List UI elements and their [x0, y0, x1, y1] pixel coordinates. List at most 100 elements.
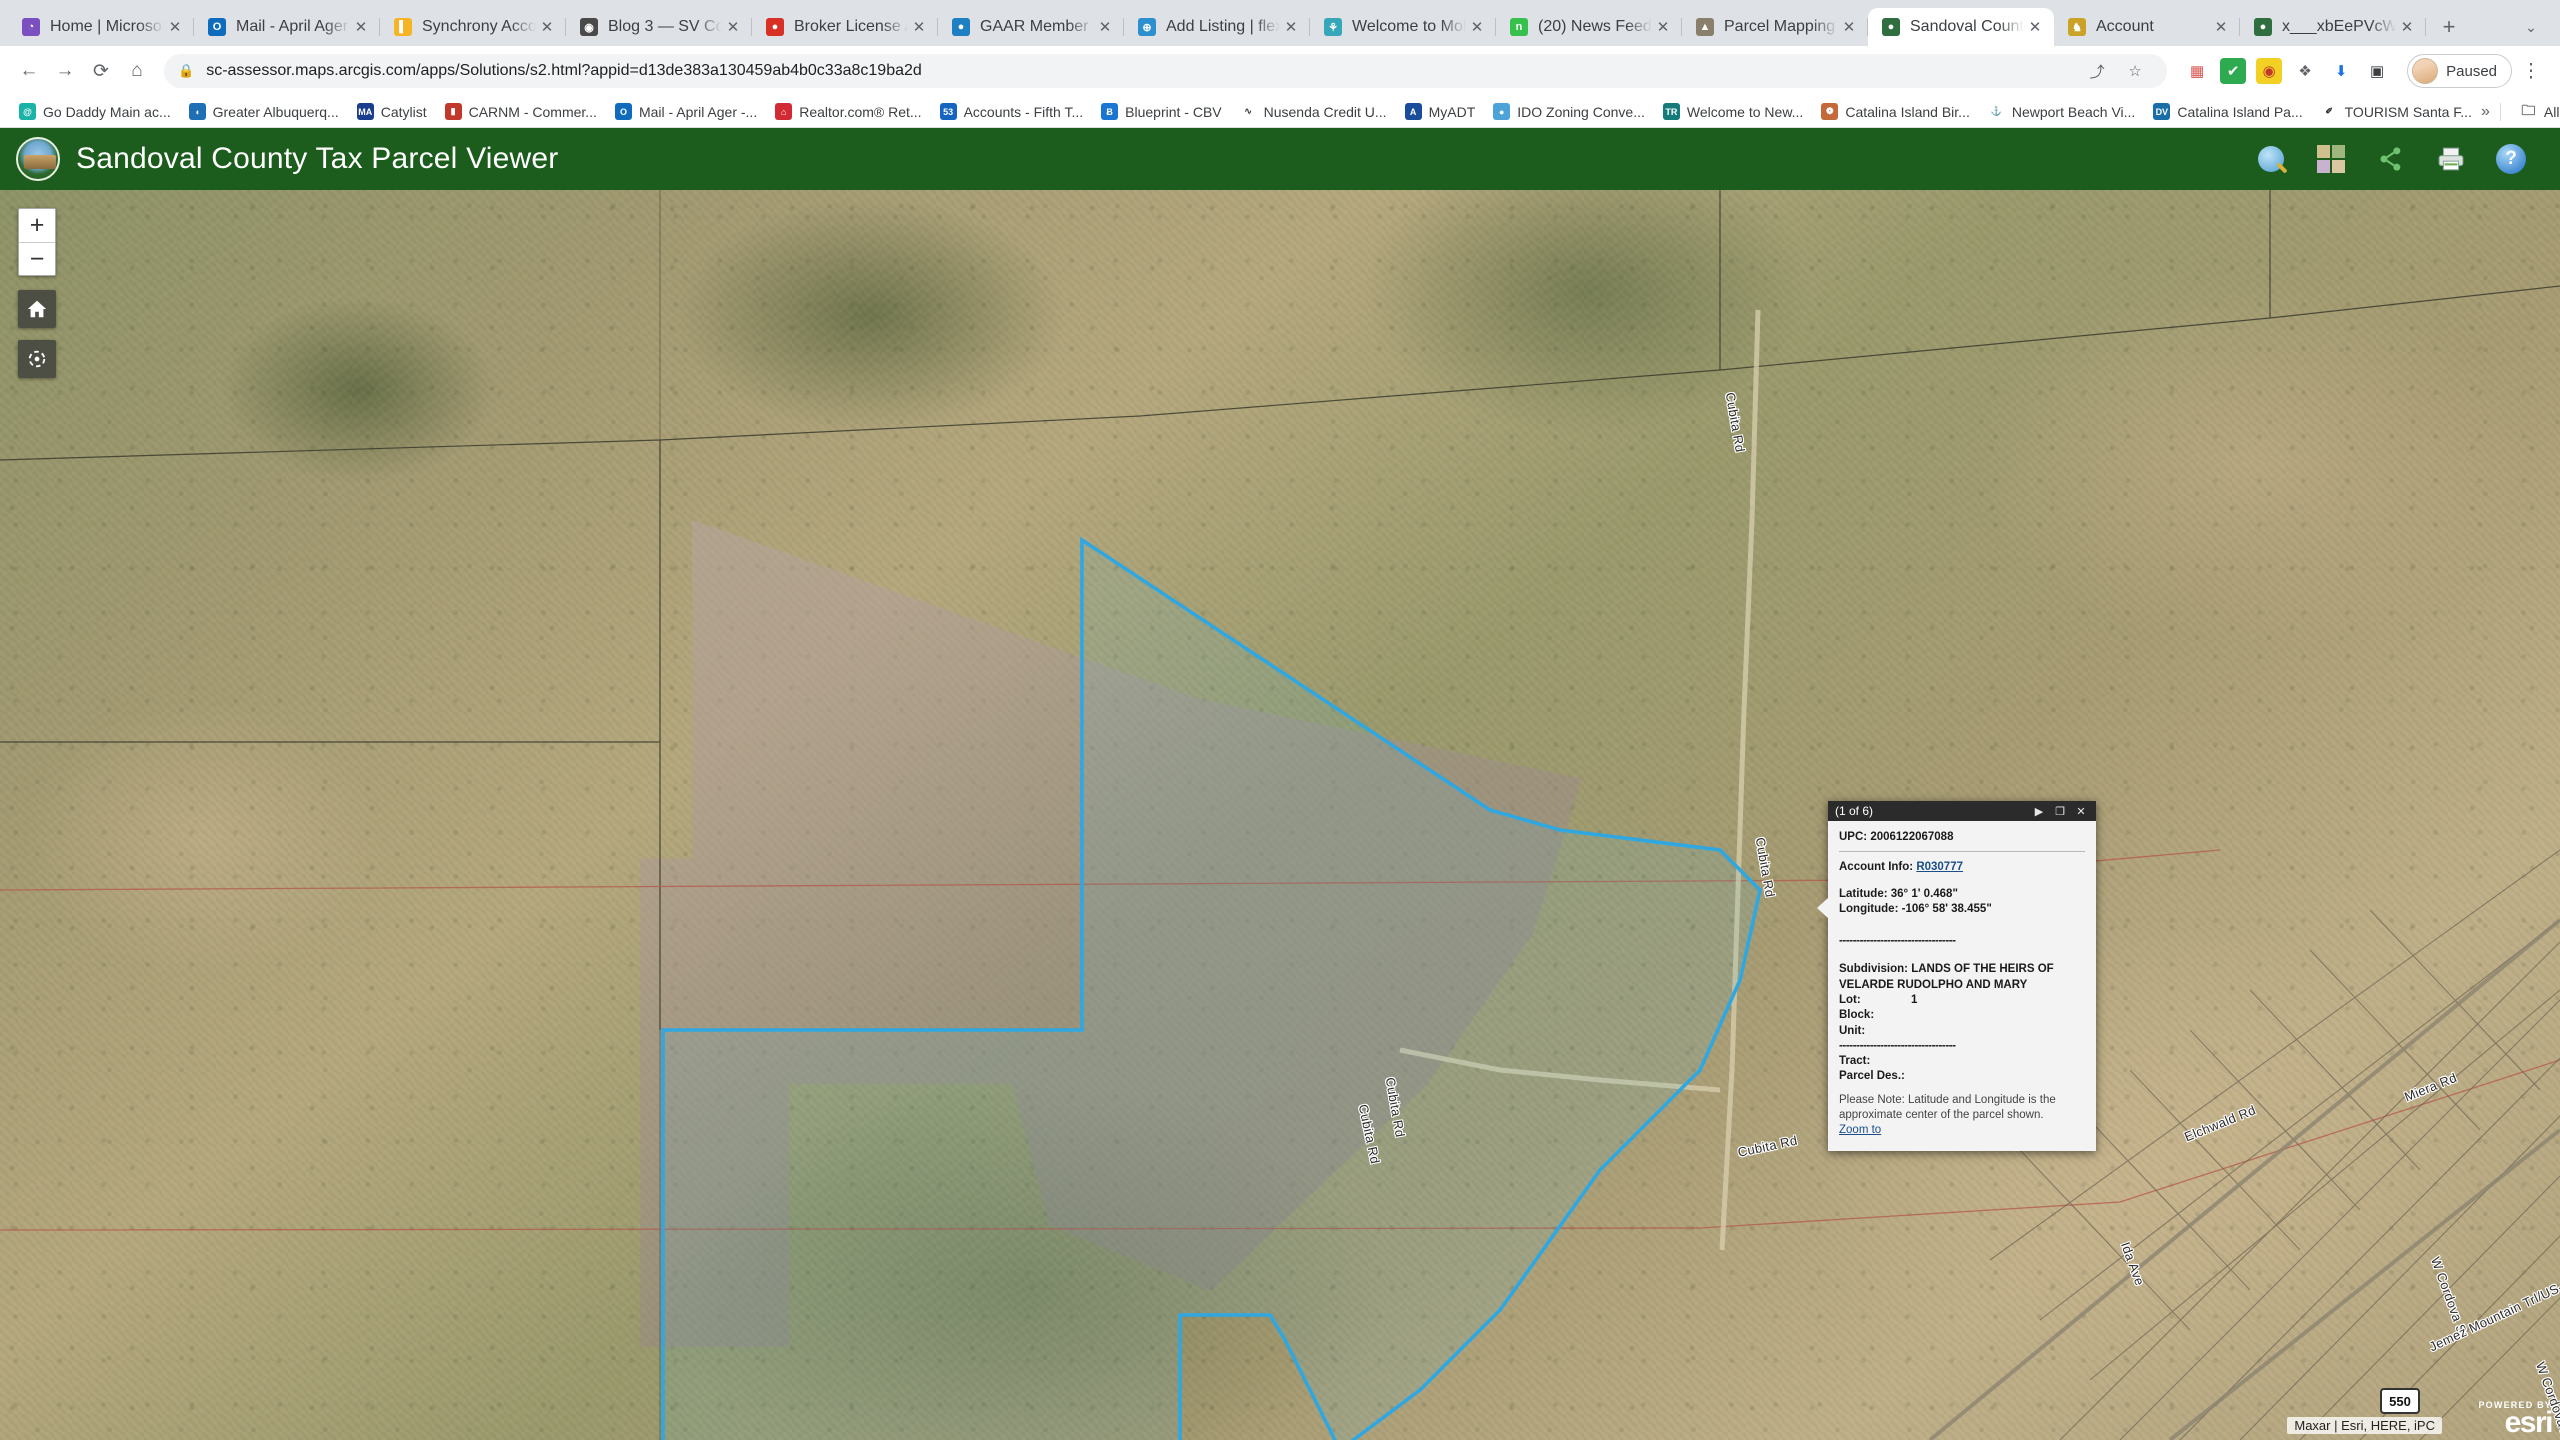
tab-close-icon[interactable]: ✕ — [164, 16, 186, 38]
browser-tab[interactable]: ◔ Home | Microsoft 365✕ — [8, 8, 194, 46]
bookmark-item[interactable]: ⚓ Newport Beach Vi... — [1979, 99, 2144, 125]
browser-tab[interactable]: O Mail - April Ager - Ou✕ — [194, 8, 380, 46]
bookmark-favicon: ❁ — [1821, 103, 1839, 120]
tab-close-icon[interactable]: ✕ — [1652, 16, 1674, 38]
browser-tab[interactable]: ▌ Synchrony Account M✕ — [380, 8, 566, 46]
tab-close-icon[interactable]: ✕ — [350, 16, 372, 38]
bookmark-item[interactable]: 53 Accounts - Fifth T... — [931, 99, 1093, 125]
downloads-icon[interactable]: ⬇ — [2328, 58, 2354, 84]
bookmark-item[interactable]: TR Welcome to New... — [1654, 99, 1812, 125]
browser-tab[interactable]: ♞ Account ✕ — [2054, 8, 2240, 46]
print-icon[interactable] — [2434, 142, 2468, 176]
tab-favicon: ▲ — [1696, 18, 1714, 36]
bookmark-overflow-icon[interactable]: » — [2481, 103, 2490, 121]
popup-block-label: Block: — [1839, 1009, 1875, 1022]
popup-maximize-icon[interactable]: ❐ — [2052, 803, 2068, 819]
browser-tab[interactable]: ⚘ Welcome to Molina's ✕ — [1310, 8, 1496, 46]
popup-lot-value: 1 — [1911, 993, 1918, 1006]
account-info-link[interactable]: R030777 — [1916, 861, 1963, 873]
bookmark-item[interactable]: O Mail - April Ager -... — [606, 99, 766, 125]
browser-tab[interactable]: ● Broker License Applic✕ — [752, 8, 938, 46]
tab-search-button[interactable]: ⌄ — [2514, 10, 2548, 44]
map-attribution: Maxar | Esri, HERE, iPC — [2287, 1417, 2442, 1434]
popup-subdivision-label: Subdivision: — [1839, 963, 1908, 976]
extension-check-icon[interactable]: ✔ — [2220, 58, 2247, 84]
tab-close-icon[interactable]: ✕ — [2210, 16, 2232, 38]
avatar — [2412, 58, 2439, 84]
tab-close-icon[interactable]: ✕ — [1280, 16, 1302, 38]
tab-close-icon[interactable]: ✕ — [536, 16, 558, 38]
popup-dashed-divider-2: ---------------------------------- — [1839, 1039, 1956, 1052]
bookmark-item[interactable]: ▮ CARNM - Commer... — [436, 99, 606, 125]
share-icon[interactable]: ⤴ — [2084, 58, 2110, 84]
bookmark-item[interactable]: ⌂ Realtor.com® Ret... — [766, 99, 930, 125]
parcel-info-popup[interactable]: (1 of 6) ▶ ❐ ✕ UPC: 2006122067088 Accoun… — [1817, 801, 2096, 1151]
side-panel-icon[interactable]: ▣ — [2364, 58, 2390, 84]
browser-tab[interactable]: ◉ Blog 3 — SV Consulta✕ — [566, 8, 752, 46]
help-icon[interactable]: ? — [2494, 142, 2528, 176]
bookmark-item[interactable]: ∿ Nusenda Credit U... — [1231, 99, 1396, 125]
bookmark-item[interactable]: @ Go Daddy Main ac... — [10, 99, 180, 125]
tab-close-icon[interactable]: ✕ — [2396, 16, 2418, 38]
back-icon[interactable]: ← — [12, 54, 46, 88]
extension-honey-icon[interactable]: ◉ — [2256, 58, 2283, 84]
bookmark-item[interactable]: DV Catalina Island Pa... — [2144, 99, 2311, 125]
share-icon[interactable] — [2374, 142, 2408, 176]
bookmark-item[interactable]: ● IDO Zoning Conve... — [1484, 99, 1654, 125]
bookmark-label: Nusenda Credit U... — [1263, 103, 1387, 120]
tab-favicon: ◉ — [580, 18, 598, 36]
search-icon[interactable] — [2254, 142, 2288, 176]
bookmark-favicon: ⌂ — [775, 103, 793, 120]
tab-close-icon[interactable]: ✕ — [1838, 16, 1860, 38]
zoom-in-button[interactable]: + — [19, 209, 55, 242]
bookmark-star-icon[interactable]: ☆ — [2122, 58, 2148, 84]
bookmark-label: MyADT — [1428, 103, 1476, 120]
bookmark-item[interactable]: ✐ TOURISM Santa F... — [2312, 99, 2481, 125]
browser-menu-icon[interactable]: ⋮ — [2514, 54, 2548, 88]
bookmark-favicon: A — [1404, 103, 1422, 120]
browser-tab-strip: ◔Home | Microsoft 365✕OMail - April Ager… — [0, 0, 2560, 46]
map-canvas[interactable]: Cubita Rd Cubita Rd Cubita Rd Cubita Rd Cubi… — [0, 190, 2560, 1440]
popup-next-icon[interactable]: ▶ — [2031, 803, 2047, 819]
extensions-puzzle-icon[interactable]: ❖ — [2292, 58, 2318, 84]
browser-tab[interactable]: ▲ Parcel Mapping - San✕ — [1682, 8, 1868, 46]
bookmark-item[interactable]: A MyADT — [1396, 99, 1485, 125]
tab-title: Welcome to Molina's — [1352, 18, 1466, 35]
popup-close-icon[interactable]: ✕ — [2073, 803, 2089, 819]
popup-content: UPC: 2006122067088 Account Info: R030777… — [1828, 821, 2096, 1151]
arcgis-web-app: Sandoval County Tax Parcel Viewer ? Cubi… — [0, 128, 2560, 1440]
home-icon[interactable]: ⌂ — [120, 54, 154, 88]
new-tab-button[interactable]: + — [2432, 10, 2466, 44]
basemap-gallery-icon[interactable] — [2314, 142, 2348, 176]
tab-close-icon[interactable]: ✕ — [1466, 16, 1488, 38]
tab-close-icon[interactable]: ✕ — [908, 16, 930, 38]
bookmark-item[interactable]: MA Catylist — [348, 99, 436, 125]
zoom-to-link[interactable]: Zoom to — [1839, 1123, 1881, 1144]
bookmark-favicon: TR — [1662, 103, 1680, 120]
address-bar[interactable]: 🔒 sc-assessor.maps.arcgis.com/apps/Solut… — [164, 54, 2168, 88]
bookmark-favicon: ∿ — [1239, 103, 1257, 120]
browser-tab[interactable]: ● GAAR Member Portal✕ — [938, 8, 1124, 46]
browser-tab[interactable]: ● x___xbEePVcWp44✕ — [2240, 8, 2426, 46]
default-extent-button[interactable] — [18, 290, 56, 328]
profile-button[interactable]: Paused — [2407, 54, 2512, 88]
bookmark-favicon: DV — [2153, 103, 2171, 120]
bookmark-item[interactable]: ❁ Catalina Island Bir... — [1812, 99, 1979, 125]
my-location-button[interactable] — [18, 340, 56, 378]
popup-upc-value: 2006122067088 — [1870, 831, 1954, 843]
extension-grid-icon[interactable]: ▦ — [2184, 58, 2210, 84]
reload-icon[interactable]: ⟳ — [84, 54, 118, 88]
bookmark-item[interactable]: Ƀ Blueprint - CBV — [1092, 99, 1230, 125]
tab-close-icon[interactable]: ✕ — [722, 16, 744, 38]
bookmark-item[interactable]: ◖ Greater Albuquerq... — [180, 99, 348, 125]
browser-tab[interactable]: n (20) News Feed — Ne✕ — [1496, 8, 1682, 46]
browser-tab[interactable]: ⊕ Add Listing | flexmls ✕ — [1124, 8, 1310, 46]
tab-close-icon[interactable]: ✕ — [1094, 16, 1116, 38]
tab-close-icon[interactable]: ✕ — [2024, 16, 2046, 38]
popup-tract-label: Tract: — [1839, 1055, 1871, 1068]
all-bookmarks-button[interactable]: 🗀 All Bookmarks — [2511, 99, 2560, 125]
browser-tab[interactable]: ● Sandoval County Tax✕ — [1868, 8, 2054, 46]
forward-icon[interactable]: → — [48, 54, 82, 88]
zoom-out-button[interactable]: − — [19, 242, 55, 275]
